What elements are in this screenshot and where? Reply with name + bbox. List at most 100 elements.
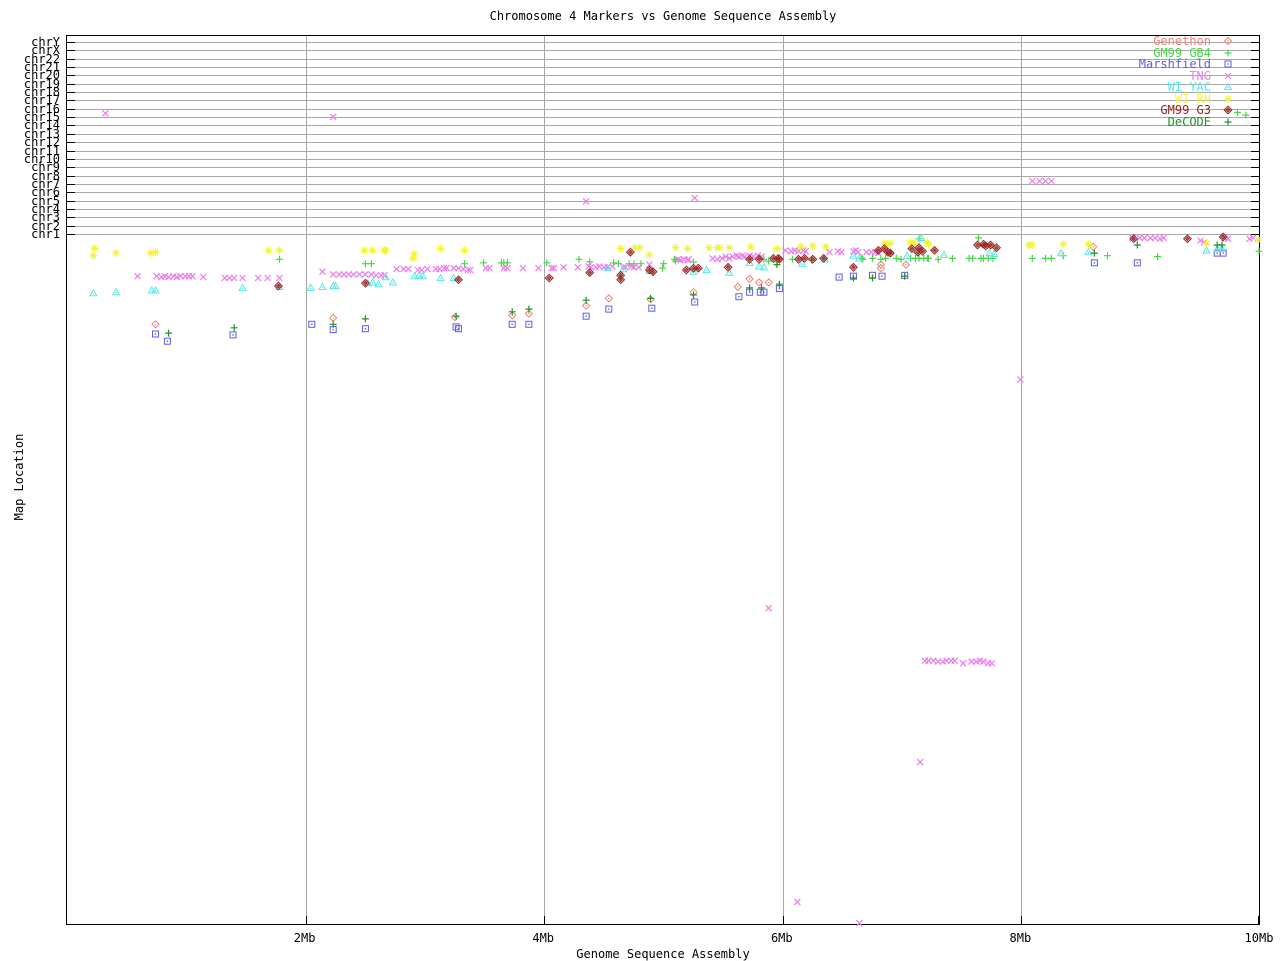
axis-tick — [67, 142, 75, 144]
gridline-h — [67, 58, 1259, 60]
x-tick-label: 8Mb — [1009, 931, 1032, 945]
axis-tick — [67, 175, 75, 177]
axis-tick — [1251, 158, 1259, 160]
axis-tick — [67, 83, 75, 85]
axis-tick — [1251, 133, 1259, 135]
axis-tick — [1251, 175, 1259, 177]
axis-tick — [1251, 200, 1259, 202]
gridline-h — [67, 200, 1259, 202]
axis-tick — [1251, 75, 1259, 77]
diamond-dot-legend-icon — [1211, 35, 1245, 47]
axis-tick — [67, 192, 75, 194]
chart-title: Chromosome 4 Markers vs Genome Sequence … — [489, 9, 837, 23]
gridline-h — [67, 50, 1259, 52]
axis-tick — [1251, 108, 1259, 110]
axis-tick — [67, 208, 75, 210]
axis-tick — [67, 158, 75, 160]
axis-tick — [544, 916, 546, 924]
axis-tick — [1258, 916, 1259, 924]
axis-tick — [1251, 234, 1259, 235]
legend-row: DeCODE — [1168, 116, 1245, 128]
legend-label: DeCODE — [1167, 114, 1211, 129]
axis-tick — [1251, 50, 1259, 52]
axis-tick — [1251, 217, 1259, 219]
axis-tick — [67, 42, 75, 43]
x-tick-label: 10Mb — [1244, 931, 1274, 945]
axis-tick — [1251, 208, 1259, 210]
gridline-h — [67, 133, 1259, 135]
star-legend-icon — [1211, 93, 1245, 105]
axis-tick — [1251, 83, 1259, 85]
axis-tick — [1251, 58, 1259, 60]
gridline-h — [67, 150, 1259, 152]
gridline-h — [67, 42, 1259, 43]
gridline-h — [67, 183, 1259, 185]
axis-tick — [1251, 142, 1259, 144]
gridline-h — [67, 217, 1259, 219]
axis-tick — [67, 234, 75, 235]
axis-tick — [67, 150, 75, 152]
gridline-h — [67, 67, 1259, 69]
axis-tick — [1251, 67, 1259, 69]
axis-tick — [67, 100, 75, 102]
axis-tick — [67, 75, 75, 77]
gridline-h — [67, 234, 1259, 235]
chart-figure: Chromosome 4 Markers vs Genome Sequence … — [0, 0, 1280, 961]
x-tick-label: 6Mb — [770, 931, 793, 945]
axis-tick — [1251, 150, 1259, 152]
axis-tick — [782, 916, 784, 924]
axis-tick — [1251, 125, 1259, 127]
gridline-h — [67, 125, 1259, 127]
axis-tick — [67, 125, 75, 127]
x-tick-label: 4Mb — [532, 931, 555, 945]
gridline-v — [782, 36, 784, 924]
x-tick-label: 2Mb — [293, 931, 316, 945]
plus-legend-icon — [1211, 116, 1245, 128]
axis-tick — [67, 117, 75, 119]
axis-tick — [67, 225, 75, 227]
gridline-v — [305, 36, 307, 924]
axis-tick — [67, 200, 75, 202]
gridline-h — [67, 92, 1259, 94]
diamond-hatch-legend-icon — [1211, 104, 1245, 116]
gridline-h — [67, 158, 1259, 160]
axis-tick — [1251, 100, 1259, 102]
gridline-h — [67, 117, 1259, 119]
axis-tick — [67, 108, 75, 110]
gridline-h — [67, 208, 1259, 210]
axis-tick — [67, 92, 75, 94]
y-axis-label: Map Location — [12, 433, 26, 521]
axis-tick — [67, 167, 75, 169]
x-axis-label: Genome Sequence Assembly — [576, 947, 750, 961]
y-tick-label: chr1 — [31, 227, 60, 241]
axis-tick — [305, 916, 307, 924]
axis-tick — [1251, 192, 1259, 194]
axis-tick — [1251, 42, 1259, 43]
gridline-h — [67, 100, 1259, 102]
axis-tick — [67, 58, 75, 60]
gridline-h — [67, 142, 1259, 144]
axis-tick — [1021, 916, 1023, 924]
gridline-h — [67, 192, 1259, 194]
gridline-h — [67, 108, 1259, 110]
axis-tick — [1251, 183, 1259, 185]
triangle-dot-legend-icon — [1211, 81, 1245, 93]
axis-tick — [67, 133, 75, 135]
axis-tick — [67, 217, 75, 219]
gridline-h — [67, 175, 1259, 177]
plot-area — [66, 35, 1260, 925]
axis-tick — [67, 50, 75, 52]
axis-tick — [67, 183, 75, 185]
gridline-h — [67, 75, 1259, 77]
axis-tick — [1251, 117, 1259, 119]
gridline-h — [67, 167, 1259, 169]
gridline-h — [67, 83, 1259, 85]
axis-tick — [1251, 167, 1259, 169]
cross-legend-icon — [1211, 70, 1245, 82]
gridline-h — [67, 225, 1259, 227]
axis-tick — [1251, 92, 1259, 94]
gridline-v — [544, 36, 546, 924]
square-dot-legend-icon — [1211, 58, 1245, 70]
axis-tick — [1251, 225, 1259, 227]
axis-tick — [67, 67, 75, 69]
